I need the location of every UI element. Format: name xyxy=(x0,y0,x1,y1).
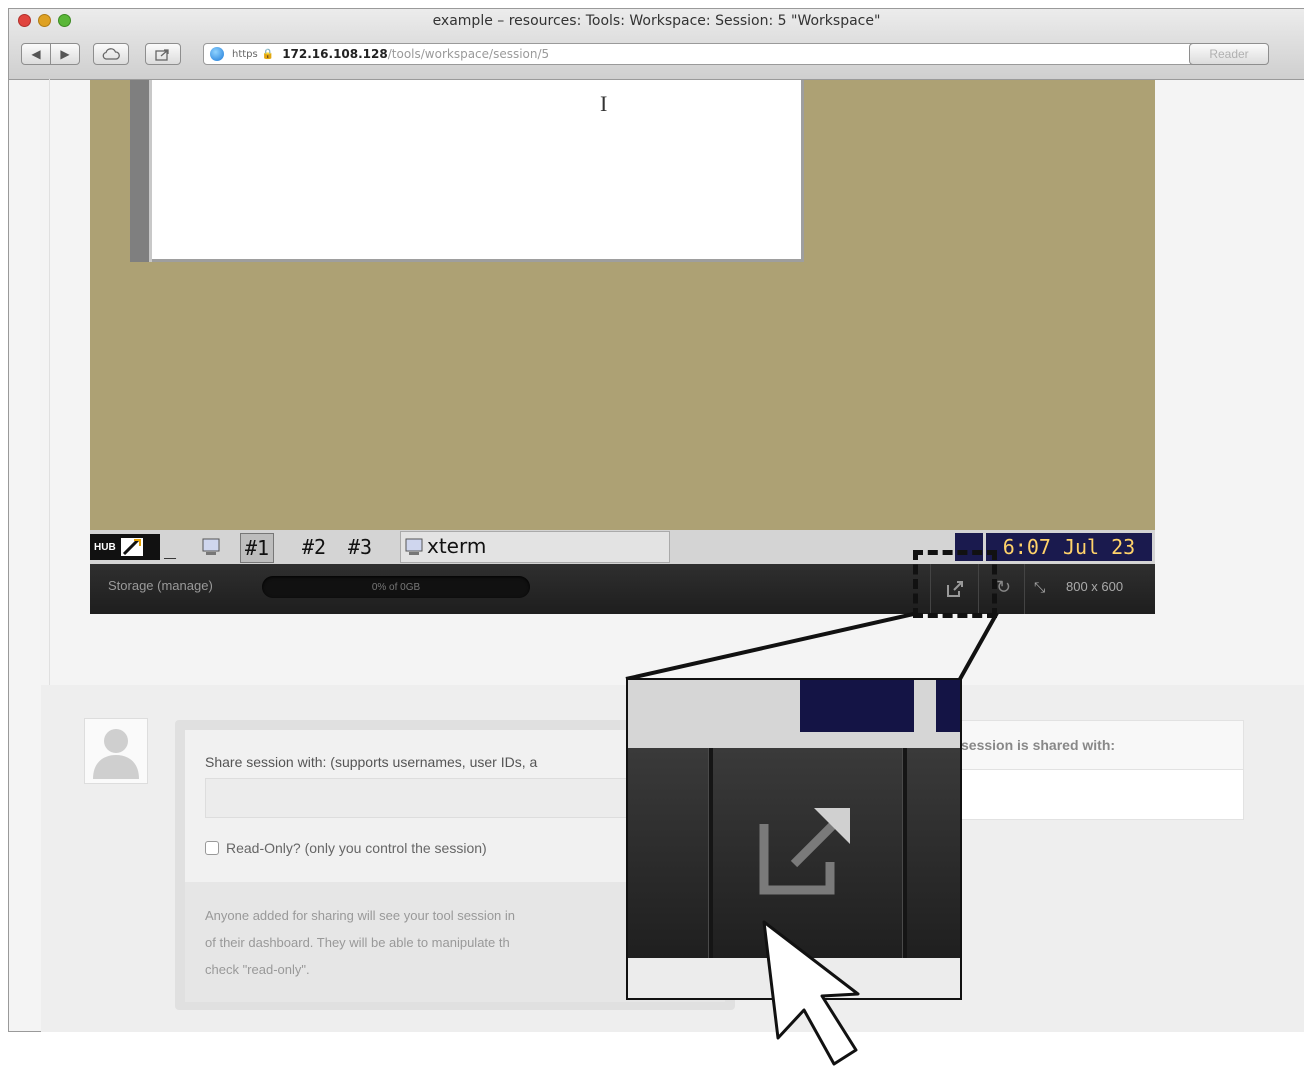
popout-window-icon-enlarged[interactable] xyxy=(756,802,856,902)
zoom-clock-block xyxy=(936,680,960,732)
zoom-separator xyxy=(902,748,907,958)
highlight-dashed-box xyxy=(913,550,997,618)
zoom-separator xyxy=(708,748,713,958)
zoom-systray-block xyxy=(800,680,914,732)
mouse-pointer-icon xyxy=(762,920,860,1066)
